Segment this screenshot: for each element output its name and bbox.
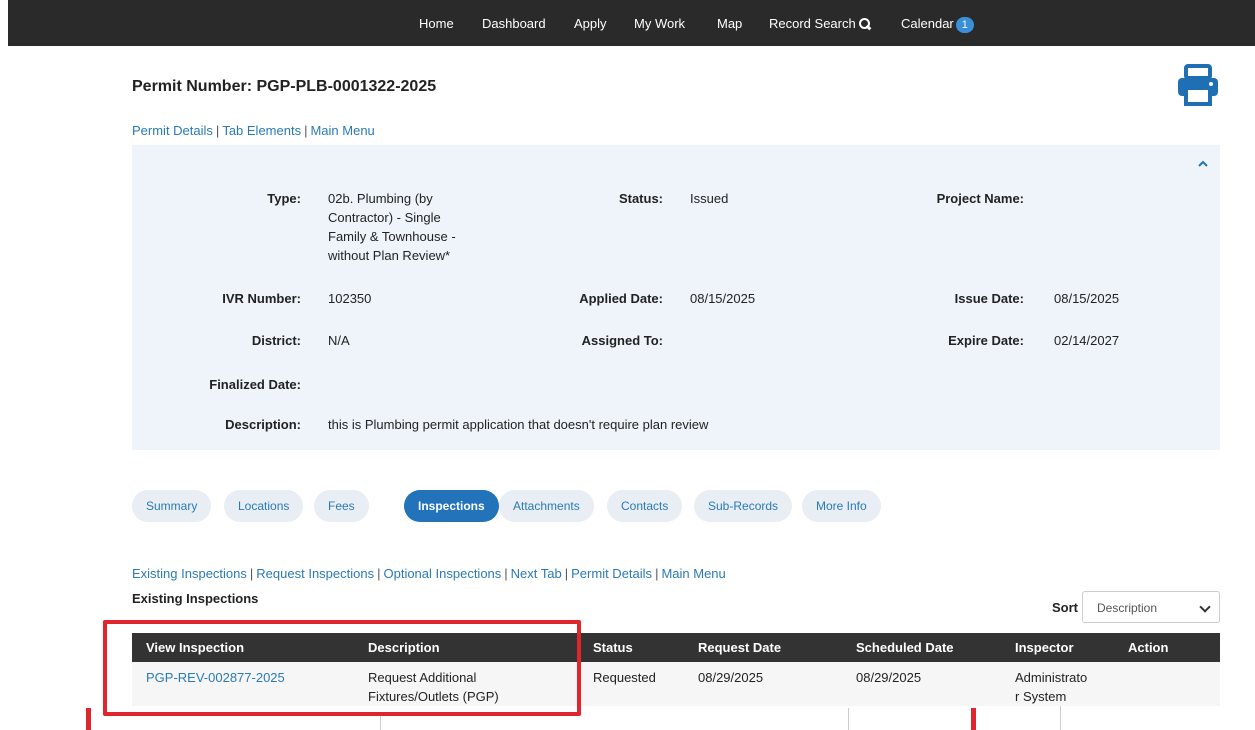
description-value: this is Plumbing permit application that… [328, 417, 709, 432]
district-label: District: [251, 333, 301, 348]
type-line: without Plan Review* [328, 248, 451, 263]
link-main-menu[interactable]: Main Menu [661, 566, 725, 581]
separator: | [249, 566, 254, 581]
separator: | [504, 566, 508, 581]
inspection-status: Requested [593, 670, 656, 685]
district-value: N/A [328, 333, 350, 348]
column-inspector[interactable]: Inspector [1015, 640, 1074, 655]
expire-date-label: Expire Date: [948, 333, 1024, 348]
tab-sub-records[interactable]: Sub-Records [694, 490, 793, 522]
tab-inspections[interactable]: Inspections [404, 490, 499, 522]
nav-my-work[interactable]: My Work [634, 16, 685, 31]
status-value: Issued [690, 191, 729, 206]
tab-fees[interactable]: Fees [314, 490, 369, 522]
inspector-line: Administrato [1015, 670, 1088, 685]
inspections-subnav: Existing Inspections | Request Inspections… [132, 566, 726, 581]
tab-contacts[interactable]: Contacts [607, 490, 683, 522]
highlight-bar [86, 708, 91, 730]
column-action: Action [1128, 640, 1169, 655]
applied-date-label: Applied Date: [579, 291, 663, 306]
tab-summary[interactable]: Summary [132, 490, 212, 522]
issue-date-label: Issue Date: [954, 291, 1024, 306]
link-existing-inspections[interactable]: Existing Inspections [132, 566, 247, 581]
highlight-bar [971, 708, 976, 730]
status-label: Status: [618, 191, 663, 206]
project-name-label: Project Name: [936, 191, 1024, 206]
separator: | [655, 566, 659, 581]
separator: | [215, 123, 220, 138]
inspection-scheduled-date: 08/29/2025 [856, 670, 922, 685]
ivr-number-value: 102350 [328, 291, 372, 306]
breadcrumb-permit-details[interactable]: Permit Details [132, 123, 213, 138]
link-optional-inspections[interactable]: Optional Inspections [383, 566, 501, 581]
nav-map[interactable]: Map [717, 16, 742, 31]
link-permit-details[interactable]: Permit Details [571, 566, 652, 581]
nav-apply[interactable]: Apply [574, 16, 607, 31]
breadcrumb-main-menu[interactable]: Main Menu [310, 123, 374, 138]
breadcrumb: Permit Details | Tab Elements | Main Menu [132, 123, 375, 138]
breadcrumb-tab-elements[interactable]: Tab Elements [222, 123, 301, 138]
existing-inspections-heading: Existing Inspections [132, 591, 259, 606]
nav-record-search[interactable]: Record Search [769, 16, 871, 31]
column-scheduled-date[interactable]: Scheduled Date [856, 640, 954, 655]
nav-dashboard[interactable]: Dashboard [482, 16, 546, 31]
top-navigation: Home Dashboard Apply My Work Map Record … [8, 0, 1255, 46]
nav-record-search-label: Record Search [769, 16, 856, 31]
applied-date-value: 08/15/2025 [690, 291, 756, 306]
divider [1060, 706, 1061, 730]
expire-date-value: 02/14/2027 [1054, 333, 1120, 348]
highlight-box [103, 620, 581, 716]
ivr-number-label: IVR Number: [222, 291, 301, 306]
column-request-date[interactable]: Request Date [698, 640, 781, 655]
inspection-inspector: Administrato r System [1015, 668, 1087, 706]
type-label: Type: [267, 191, 301, 206]
sort-select-value: Description [1097, 601, 1158, 615]
search-icon [858, 18, 871, 31]
inspector-line: r System [1015, 689, 1067, 704]
type-value: 02b. Plumbing (by Contractor) - Single F… [328, 189, 488, 265]
description-label: Description: [225, 417, 301, 432]
link-next-tab[interactable]: Next Tab [511, 566, 562, 581]
separator: | [377, 566, 381, 581]
divider [848, 708, 849, 730]
collapse-chevron-up-icon[interactable] [1198, 159, 1208, 169]
link-request-inspections[interactable]: Request Inspections [256, 566, 374, 581]
issue-date-value: 08/15/2025 [1054, 291, 1120, 306]
separator: | [304, 123, 308, 138]
inspection-request-date: 08/29/2025 [698, 670, 764, 685]
print-icon[interactable] [1176, 64, 1220, 106]
tab-attachments[interactable]: Attachments [499, 490, 594, 522]
nav-home[interactable]: Home [419, 16, 454, 31]
finalized-date-label: Finalized Date: [209, 377, 301, 392]
separator: | [564, 566, 569, 581]
chevron-down-icon [1199, 601, 1211, 613]
calendar-count-badge: 1 [955, 16, 974, 33]
nav-calendar-label: Calendar [901, 16, 954, 31]
permit-details-panel: Type: 02b. Plumbing (by Contractor) - Si… [132, 145, 1220, 450]
page-title: Permit Number: PGP-PLB-0001322-2025 [132, 78, 437, 95]
nav-calendar[interactable]: Calendar 1 [901, 16, 974, 33]
tab-locations[interactable]: Locations [224, 490, 304, 522]
type-line: 02b. Plumbing (by [328, 191, 433, 206]
tab-more-info[interactable]: More Info [802, 490, 881, 522]
sort-select[interactable]: Description [1082, 591, 1220, 623]
type-line: Family & Townhouse - [328, 229, 456, 244]
sort-label: Sort [1052, 600, 1078, 615]
type-line: Contractor) - Single [328, 210, 441, 225]
assigned-to-label: Assigned To: [581, 333, 663, 348]
column-status[interactable]: Status [593, 640, 633, 655]
divider [380, 716, 381, 730]
